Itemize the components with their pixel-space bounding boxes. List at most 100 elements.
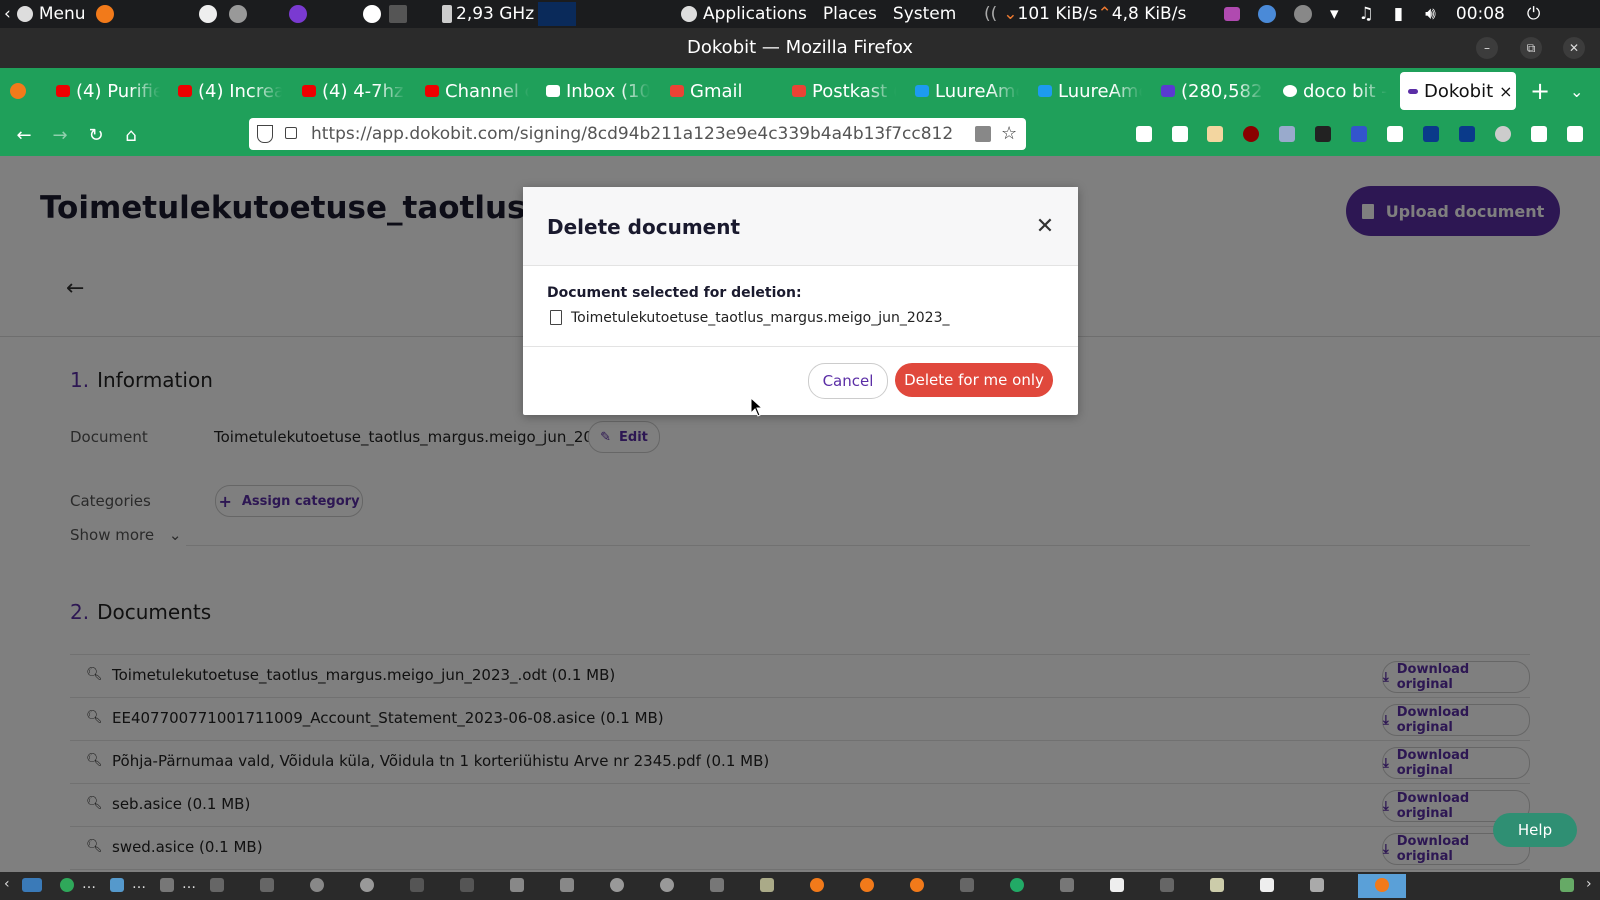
download-icon[interactable] [1172,126,1188,142]
app-launcher-icon[interactable] [199,5,217,23]
taskbar-app-icon[interactable] [510,878,524,892]
taskbar-app-icon[interactable] [1160,878,1174,892]
cancel-button[interactable]: Cancel [808,363,888,399]
info-tray-icon[interactable] [1294,5,1312,23]
back-button[interactable]: ← [13,124,35,146]
firefox-launcher-icon[interactable] [95,5,114,23]
taskbar-app-icon[interactable] [110,878,124,892]
taskbar-app-icon[interactable] [1310,878,1324,892]
mouse-cursor-icon [750,397,764,417]
tab[interactable]: (4) Increa [178,72,282,110]
taskbar-id-icon[interactable] [1260,878,1274,892]
applications-menu[interactable]: Applications [703,4,807,24]
taskbar-firefox-icon[interactable] [1375,878,1389,892]
taskbar-firefox-icon[interactable] [810,878,824,892]
tab[interactable]: (4) 4-7hz f [302,72,406,110]
taskbar-app-icon[interactable] [1210,878,1224,892]
places-menu[interactable]: Places [823,4,877,24]
tab[interactable]: LuureAme [915,72,1019,110]
tab[interactable]: doco bit - [1283,72,1387,110]
minimize-button[interactable]: – [1476,37,1498,59]
taskbar-app-icon[interactable] [560,878,574,892]
globe-tray-icon[interactable] [1258,5,1276,23]
ublock-icon[interactable] [1243,126,1259,142]
opera-launcher-icon[interactable] [363,5,381,23]
taskbar-app-icon[interactable] [410,878,424,892]
taskbar-firefox-icon[interactable] [860,878,874,892]
taskbar-app-icon[interactable] [160,878,174,892]
taskbar-window-item[interactable]: … [82,876,96,892]
taskbar-id-icon[interactable] [1110,878,1124,892]
trash-icon[interactable] [1560,878,1574,892]
translate-icon[interactable] [975,126,991,142]
power-icon[interactable]: ⏻ [1527,4,1540,24]
taskbar-app-icon[interactable] [710,878,724,892]
taskbar-app-icon[interactable] [310,878,324,892]
lock-icon[interactable] [285,127,297,139]
firefox-view-button[interactable] [10,72,32,110]
terminal-launcher-icon[interactable] [389,5,407,23]
delete-for-me-only-button[interactable]: Delete for me only [895,363,1053,397]
taskbar-app-icon[interactable] [60,878,74,892]
extensions-puzzle-icon[interactable] [1531,126,1547,142]
maximize-button[interactable]: ⧉ [1520,37,1542,59]
taskbar-app-icon[interactable] [1060,878,1074,892]
id-card-icon[interactable] [1423,126,1439,142]
taskbar-app-icon[interactable] [760,878,774,892]
forward-button[interactable]: → [49,124,71,146]
close-window-button[interactable]: ✕ [1563,37,1585,59]
extension-icon[interactable] [1207,126,1223,142]
tab[interactable]: (280,582 [1161,72,1265,110]
settings-launcher-icon[interactable] [229,5,247,23]
media-tray-icon[interactable] [1224,7,1240,21]
chevron-right-icon[interactable]: › [1586,876,1592,892]
tor-launcher-icon[interactable] [289,5,307,23]
url-text[interactable]: https://app.dokobit.com/signing/8cd94b21… [311,118,971,150]
reload-button[interactable]: ↻ [85,124,107,146]
shield-icon[interactable] [257,125,273,143]
taskbar-app-icon[interactable] [960,878,974,892]
tab[interactable]: Postkast ( [792,72,896,110]
new-tab-button[interactable]: + [1530,72,1550,110]
pocket-icon[interactable] [1136,126,1152,142]
taskbar-app-icon[interactable] [260,878,274,892]
extension-icon[interactable] [1279,126,1295,142]
taskbar-app-icon[interactable] [360,878,374,892]
taskbar-firefox-icon[interactable] [910,878,924,892]
taskbar-app-icon[interactable] [660,878,674,892]
system-menu[interactable]: System [893,4,956,24]
taskbar-app-icon[interactable] [460,878,474,892]
bookmark-star-icon[interactable]: ☆ [1001,123,1017,144]
calendar-extension-icon[interactable] [1315,126,1331,142]
hamburger-menu-icon[interactable] [1567,126,1583,142]
taskbar-app-icon[interactable] [210,878,224,892]
tab-active[interactable]: Dokobit × [1400,72,1516,110]
tab[interactable]: (4) Purifie [56,72,160,110]
list-tabs-button[interactable]: ⌄ [1570,72,1590,110]
close-tab-icon[interactable]: × [1499,82,1512,101]
chevron-left-icon[interactable]: ‹ [4,876,10,892]
taskbar-window-item[interactable]: … [132,876,146,892]
taskbar-app-icon[interactable] [610,878,624,892]
bell-icon[interactable]: ♫ [1359,4,1374,24]
close-icon[interactable]: ✕ [1033,214,1057,239]
cloud-icon[interactable] [1495,126,1511,142]
show-desktop-icon[interactable] [22,878,42,892]
taskbar-app-icon[interactable] [1010,878,1024,892]
nl-extension-icon[interactable] [1459,126,1475,142]
menu-button[interactable]: ‹ Menu [4,0,114,28]
tab[interactable]: Gmail [670,72,774,110]
wifi-icon[interactable]: ▾ [1330,4,1339,24]
link-extension-icon[interactable] [1351,126,1367,142]
tab[interactable]: Inbox (10 [546,72,650,110]
home-button[interactable]: ⌂ [120,124,142,146]
clock[interactable]: 00:08 [1456,4,1505,24]
tab[interactable]: Channel c [425,72,529,110]
volume-icon[interactable]: 🔊︎ [1425,4,1436,24]
tab[interactable]: LuureAme [1038,72,1142,110]
url-bar[interactable]: https://app.dokobit.com/signing/8cd94b21… [249,118,1026,150]
help-button[interactable]: Help [1493,813,1577,847]
battery-icon[interactable]: ▮ [1394,4,1403,24]
filter-icon[interactable] [1387,126,1403,142]
taskbar-window-item[interactable]: … [182,876,196,892]
